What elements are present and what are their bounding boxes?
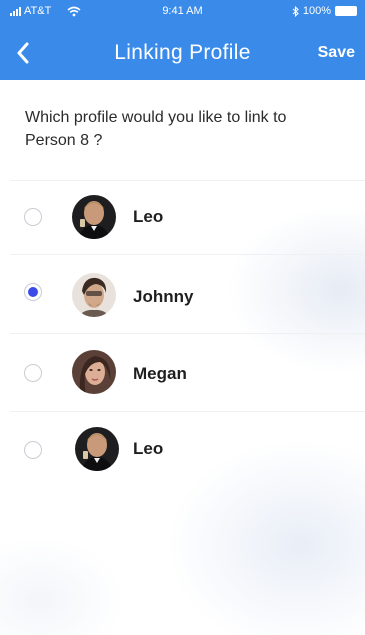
avatar (75, 427, 119, 471)
battery-percent: 100% (302, 5, 331, 17)
profile-name: Leo (133, 207, 164, 226)
nav-bar: Linking Profile Save (0, 30, 365, 76)
radio-button[interactable] (24, 208, 42, 226)
divider (10, 254, 365, 255)
link-question: Which profile would you like to link to … (25, 109, 287, 149)
profile-row-leo-2[interactable]: Leo (0, 415, 365, 485)
radio-button[interactable] (24, 364, 42, 382)
status-right: 100% (292, 5, 357, 17)
avatar (72, 350, 116, 394)
avatar (72, 273, 116, 317)
profile-name: Johnny (133, 287, 194, 306)
radio-button[interactable] (24, 441, 42, 459)
profile-name: Leo (133, 439, 164, 458)
profile-name: Megan (133, 364, 187, 383)
divider (10, 180, 365, 181)
avatar (72, 195, 116, 239)
bluetooth-icon (292, 5, 299, 17)
profile-row-megan[interactable]: Megan (0, 338, 365, 408)
page-title: Linking Profile (114, 41, 251, 64)
divider (10, 333, 365, 334)
status-bar: AT&T 9:41 AM 100% (0, 0, 365, 22)
app-header: AT&T 9:41 AM 100% Linking Profile Save (0, 0, 365, 80)
battery-icon (335, 6, 357, 16)
radio-selected-dot (28, 287, 38, 297)
profile-row-johnny[interactable]: Johnny (0, 259, 365, 329)
linking-profile-screen: AT&T 9:41 AM 100% Linking Profile Save W… (0, 0, 365, 635)
save-button[interactable]: Save (318, 44, 355, 62)
profile-row-leo[interactable]: Leo (0, 182, 365, 252)
divider (10, 411, 365, 412)
radio-button-selected[interactable] (24, 283, 42, 301)
